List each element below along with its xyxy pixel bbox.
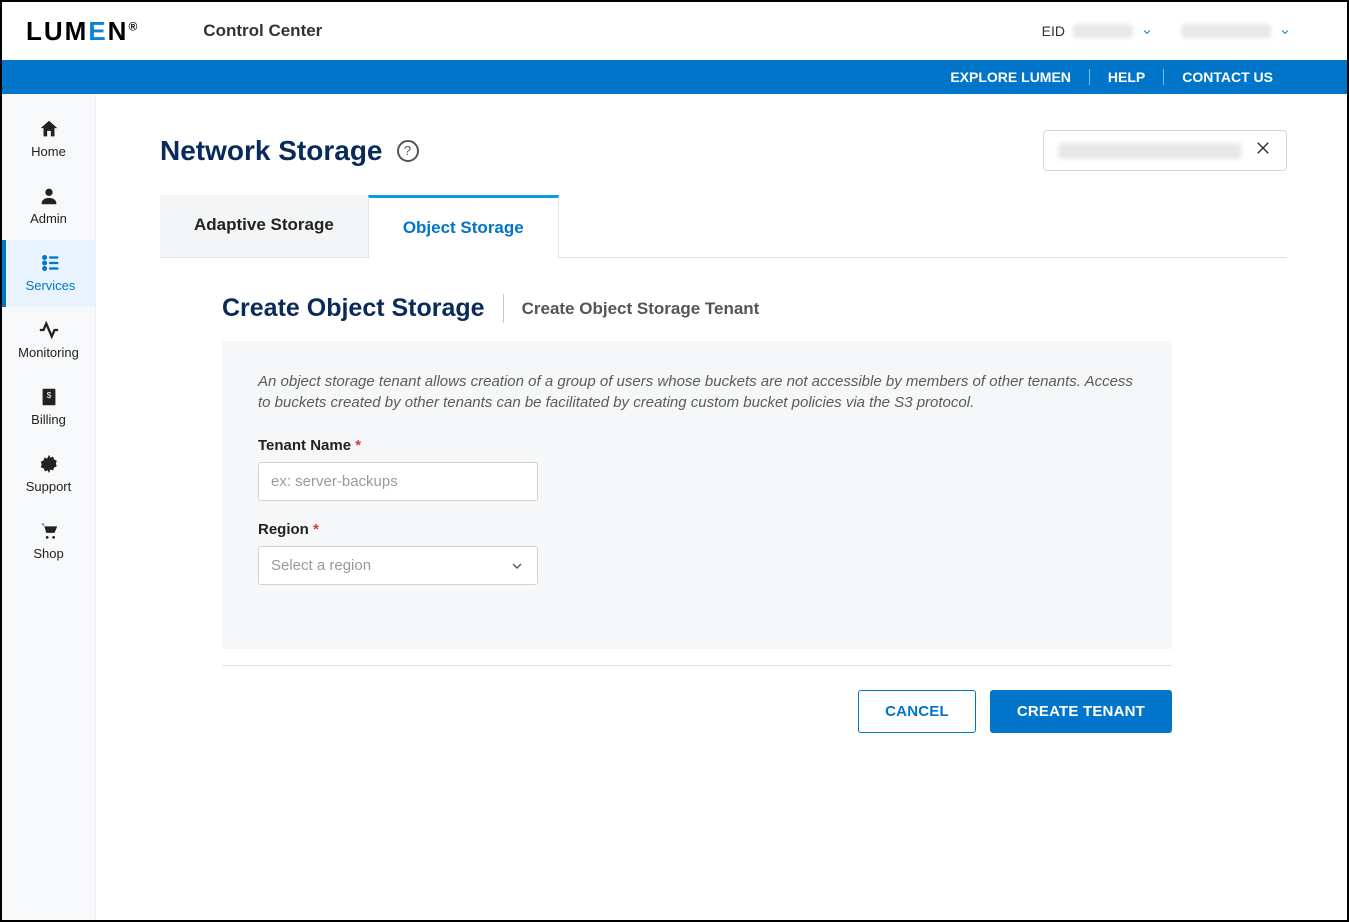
eid-value-redacted xyxy=(1073,24,1133,38)
sidebar-nav: Home Admin Services Monitoring $ Billing… xyxy=(2,94,96,920)
sidebar-label-support: Support xyxy=(26,479,72,494)
form-actions: CANCEL CREATE TENANT xyxy=(222,690,1172,733)
region-select[interactable]: Select a region xyxy=(258,546,538,585)
context-filter-chip[interactable] xyxy=(1043,130,1287,171)
section-subtitle: Create Object Storage Tenant xyxy=(522,299,760,319)
sidebar-item-home[interactable]: Home xyxy=(2,106,95,173)
create-tenant-button[interactable]: CREATE TENANT xyxy=(990,690,1172,733)
sidebar-item-support[interactable]: Support xyxy=(2,441,95,508)
list-icon xyxy=(40,252,62,274)
section-title: Create Object Storage xyxy=(222,294,504,323)
activity-icon xyxy=(38,319,60,341)
sidebar-label-admin: Admin xyxy=(30,211,67,226)
sidebar-label-shop: Shop xyxy=(33,546,63,561)
brand-logo: LUMEN® xyxy=(26,16,139,47)
field-region: Region * Select a region xyxy=(258,521,1136,585)
username-redacted xyxy=(1181,24,1271,38)
sidebar-label-services: Services xyxy=(26,278,76,293)
tabs: Adaptive Storage Object Storage xyxy=(160,195,1287,258)
utility-nav: EXPLORE LUMEN HELP CONTACT US xyxy=(2,60,1347,94)
section-intro-text: An object storage tenant allows creation… xyxy=(258,371,1136,413)
layout: Home Admin Services Monitoring $ Billing… xyxy=(2,94,1347,920)
region-label-text: Region xyxy=(258,521,309,538)
svg-text:$: $ xyxy=(46,391,51,400)
required-mark: * xyxy=(355,437,361,454)
gear-icon xyxy=(38,453,60,475)
tab-adaptive-storage[interactable]: Adaptive Storage xyxy=(160,195,368,257)
sidebar-item-billing[interactable]: $ Billing xyxy=(2,374,95,441)
logo-text-blue: E xyxy=(88,16,107,46)
app-title: Control Center xyxy=(203,21,322,41)
chevron-down-icon xyxy=(509,558,525,574)
required-mark: * xyxy=(313,521,319,538)
sidebar-item-monitoring[interactable]: Monitoring xyxy=(2,307,95,374)
tab-content: Create Object Storage Create Object Stor… xyxy=(160,258,1287,733)
region-placeholder: Select a region xyxy=(271,557,371,574)
sidebar-item-shop[interactable]: Shop xyxy=(2,508,95,575)
top-bar-right: EID xyxy=(1042,23,1291,39)
eid-dropdown[interactable]: EID xyxy=(1042,23,1153,39)
logo-text-post: N xyxy=(108,16,129,46)
context-value-redacted xyxy=(1058,143,1242,159)
logo-registered: ® xyxy=(128,19,139,33)
chevron-down-icon xyxy=(1279,25,1291,37)
cancel-button[interactable]: CANCEL xyxy=(858,690,976,733)
invoice-icon: $ xyxy=(38,386,60,408)
home-icon xyxy=(38,118,60,140)
tenant-name-label: Tenant Name * xyxy=(258,437,1136,454)
tenant-name-input[interactable] xyxy=(258,462,538,501)
contact-link[interactable]: CONTACT US xyxy=(1163,69,1291,85)
logo-text-pre: LUM xyxy=(26,16,88,46)
sidebar-item-admin[interactable]: Admin xyxy=(2,173,95,240)
sidebar-item-services[interactable]: Services xyxy=(2,240,95,307)
sidebar-label-billing: Billing xyxy=(31,412,66,427)
help-icon[interactable]: ? xyxy=(397,140,419,162)
field-tenant-name: Tenant Name * xyxy=(258,437,1136,501)
page-header: Network Storage ? xyxy=(160,130,1287,171)
help-link[interactable]: HELP xyxy=(1089,69,1163,85)
form-card: An object storage tenant allows creation… xyxy=(222,341,1172,649)
eid-label: EID xyxy=(1042,23,1065,39)
top-bar: LUMEN® Control Center EID xyxy=(2,2,1347,60)
explore-link[interactable]: EXPLORE LUMEN xyxy=(932,69,1089,85)
top-bar-left: LUMEN® Control Center xyxy=(26,16,322,47)
sidebar-label-home: Home xyxy=(31,144,66,159)
cart-icon xyxy=(38,520,60,542)
divider xyxy=(222,665,1172,666)
section-heading: Create Object Storage Create Object Stor… xyxy=(222,294,1287,323)
page-title: Network Storage xyxy=(160,135,383,167)
page-title-group: Network Storage ? xyxy=(160,135,419,167)
chevron-down-icon xyxy=(1141,25,1153,37)
sidebar-label-monitoring: Monitoring xyxy=(18,345,79,360)
user-dropdown[interactable] xyxy=(1181,24,1291,38)
main-content: Network Storage ? Adaptive Storage Objec… xyxy=(96,94,1347,920)
tab-object-storage[interactable]: Object Storage xyxy=(368,195,559,258)
tenant-name-label-text: Tenant Name xyxy=(258,437,351,454)
region-label: Region * xyxy=(258,521,1136,538)
close-icon[interactable] xyxy=(1254,139,1272,162)
user-icon xyxy=(38,185,60,207)
